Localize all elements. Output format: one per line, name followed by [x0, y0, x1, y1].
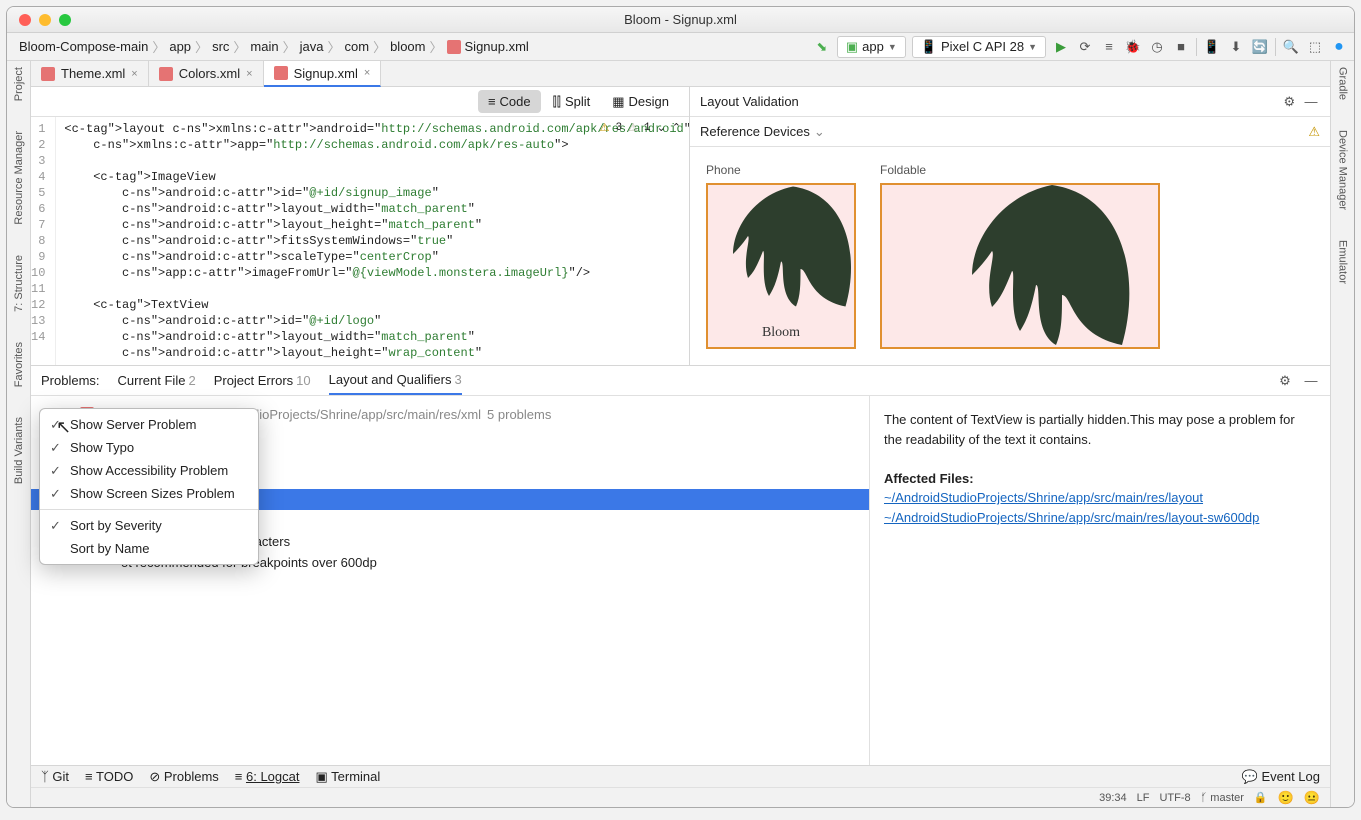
- run-config-selector[interactable]: ▣ app ▼: [837, 36, 906, 58]
- minimize-icon[interactable]: —: [1302, 372, 1320, 390]
- device-preview-foldable[interactable]: [880, 183, 1160, 349]
- menu-separator: [40, 509, 258, 510]
- device-label-phone: Phone: [706, 163, 856, 177]
- menu-sort-name[interactable]: Sort by Name: [40, 537, 258, 560]
- status-bar: 39:34 LF UTF-8 ᚶ master 🔒 🙂 😐: [31, 787, 1330, 807]
- hammer-icon[interactable]: ⬊: [813, 38, 831, 56]
- warning-icon[interactable]: ⚠: [1308, 124, 1320, 140]
- panel-title: Layout Validation: [700, 94, 799, 109]
- sdk-icon[interactable]: ⬇: [1227, 38, 1245, 56]
- inspector-frown-icon[interactable]: 😐: [1304, 790, 1320, 806]
- settings-icon[interactable]: ⬚: [1306, 38, 1324, 56]
- rail-project[interactable]: Project: [13, 67, 25, 101]
- tab-colors[interactable]: Colors.xml×: [149, 61, 264, 86]
- tab-layout-qualifiers[interactable]: Layout and Qualifiers3: [329, 366, 462, 395]
- affected-file-link[interactable]: ~/AndroidStudioProjects/Shrine/app/src/m…: [884, 488, 1316, 508]
- view-split[interactable]: ⫿⫿ Split: [543, 90, 601, 114]
- device-label-foldable: Foldable: [880, 163, 1160, 177]
- left-tool-rail: Project Resource Manager 7: Structure Fa…: [7, 61, 31, 807]
- mouse-cursor-icon: ↖: [56, 417, 71, 438]
- chevron-down-icon[interactable]: ⌄: [814, 124, 825, 140]
- chevron-up-icon[interactable]: ⌃: [672, 121, 681, 135]
- rail-structure[interactable]: 7: Structure: [13, 255, 25, 312]
- rail-emulator[interactable]: Emulator: [1337, 240, 1349, 284]
- tab-signup[interactable]: Signup.xml×: [264, 61, 382, 87]
- rail-device-manager[interactable]: Device Manager: [1337, 130, 1349, 210]
- rail-build-variants[interactable]: Build Variants: [13, 417, 25, 484]
- xml-file-icon: [274, 66, 288, 80]
- xml-file-icon: [159, 67, 173, 81]
- titlebar: Bloom - Signup.xml: [7, 7, 1354, 33]
- problem-detail: The content of TextView is partially hid…: [870, 396, 1330, 765]
- weak-warning-icon: ⚠: [628, 121, 638, 135]
- right-tool-rail: Gradle Device Manager Emulator: [1330, 61, 1354, 807]
- debug-icon[interactable]: 🐞: [1124, 38, 1142, 56]
- inspection-summary[interactable]: ⚠3 ⚠1 ⌄ ⌃: [600, 121, 681, 135]
- affected-file-link[interactable]: ~/AndroidStudioProjects/Shrine/app/src/m…: [884, 508, 1316, 528]
- menu-show-server-problem[interactable]: Show Server Problem: [40, 413, 258, 436]
- file-encoding[interactable]: UTF-8: [1159, 792, 1190, 804]
- view-mode-switch: ≡ Code ⫿⫿ Split ▦ Design: [31, 87, 689, 117]
- tab-event-log[interactable]: 💬 Event Log: [1242, 769, 1320, 785]
- window-title: Bloom - Signup.xml: [7, 12, 1354, 27]
- problems-panel: Problems: Current File2 Project Errors10…: [31, 365, 1330, 765]
- account-icon[interactable]: ●: [1330, 38, 1348, 56]
- run-button[interactable]: ▶: [1052, 38, 1070, 56]
- tab-project-errors[interactable]: Project Errors10: [214, 367, 311, 394]
- tab-theme[interactable]: Theme.xml×: [31, 61, 149, 86]
- code-editor[interactable]: 1234567891011121314 <c-tag">layout c-ns"…: [31, 117, 689, 365]
- cursor-position[interactable]: 39:34: [1099, 792, 1127, 804]
- tab-git[interactable]: ᛉ Git: [41, 769, 69, 784]
- profiler-icon[interactable]: ◷: [1148, 38, 1166, 56]
- apply-changes-icon[interactable]: ⟳: [1076, 38, 1094, 56]
- device-preview-phone[interactable]: Bloom: [706, 183, 856, 349]
- inspector-smiley-icon[interactable]: 🙂: [1278, 790, 1294, 806]
- problems-header: Problems:: [41, 373, 100, 388]
- devices-dropdown[interactable]: Reference Devices: [700, 124, 810, 139]
- warning-icon: ⚠: [600, 121, 610, 135]
- gear-icon[interactable]: ⚙: [1276, 372, 1294, 390]
- menu-show-screen-sizes[interactable]: Show Screen Sizes Problem: [40, 482, 258, 505]
- preview-app-name: Bloom: [708, 325, 854, 341]
- view-code[interactable]: ≡ Code: [478, 90, 541, 113]
- restart-activity-icon[interactable]: ≡: [1100, 38, 1118, 56]
- close-icon[interactable]: ×: [131, 68, 137, 80]
- line-gutter: 1234567891011121314: [31, 117, 56, 365]
- device-selector[interactable]: 📱 Pixel C API 28 ▼: [912, 36, 1046, 58]
- line-separator[interactable]: LF: [1137, 792, 1150, 804]
- breadcrumb[interactable]: Bloom-Compose-main〉 app〉 src〉 main〉 java…: [13, 37, 529, 56]
- gear-icon[interactable]: ⚙: [1280, 93, 1298, 111]
- tab-current-file[interactable]: Current File2: [118, 367, 196, 394]
- stop-icon[interactable]: ■: [1172, 38, 1190, 56]
- layout-validation-panel: Layout Validation ⚙ — Reference Devices …: [690, 87, 1330, 365]
- lock-icon[interactable]: 🔒: [1254, 791, 1268, 804]
- tab-terminal[interactable]: ▣ Terminal: [315, 769, 380, 785]
- chevron-down-icon[interactable]: ⌄: [657, 121, 666, 135]
- xml-file-icon: [447, 40, 461, 54]
- avd-icon[interactable]: 📱: [1203, 38, 1221, 56]
- main-toolbar: Bloom-Compose-main〉 app〉 src〉 main〉 java…: [7, 33, 1354, 61]
- view-design[interactable]: ▦ Design: [602, 90, 679, 114]
- rail-gradle[interactable]: Gradle: [1337, 67, 1349, 100]
- bottom-tool-bar: ᛉ Git ≡ TODO ⊘ Problems ≡ 6: Logcat ▣ Te…: [31, 765, 1330, 787]
- search-icon[interactable]: 🔍: [1282, 38, 1300, 56]
- problems-list[interactable]: 👁 ⌄ Signup.xml ~/AndroidStudioProjects/S…: [31, 396, 870, 765]
- tab-problems[interactable]: ⊘ Problems: [149, 769, 218, 785]
- close-icon[interactable]: ×: [364, 67, 370, 79]
- sync-icon[interactable]: 🔄: [1251, 38, 1269, 56]
- menu-show-accessibility[interactable]: Show Accessibility Problem: [40, 459, 258, 482]
- tab-todo[interactable]: ≡ TODO: [85, 769, 133, 784]
- menu-show-typo[interactable]: Show Typo: [40, 436, 258, 459]
- minimize-icon[interactable]: —: [1302, 92, 1320, 110]
- file-tabs: Theme.xml× Colors.xml× Signup.xml×: [31, 61, 1330, 87]
- rail-resource-manager[interactable]: Resource Manager: [13, 131, 25, 225]
- close-icon[interactable]: ×: [246, 68, 252, 80]
- xml-file-icon: [41, 67, 55, 81]
- menu-sort-severity[interactable]: Sort by Severity: [40, 514, 258, 537]
- rail-favorites[interactable]: Favorites: [13, 342, 25, 387]
- filter-context-menu: ↖ Show Server Problem Show Typo Show Acc…: [39, 408, 259, 565]
- tab-logcat[interactable]: ≡ 6: Logcat: [235, 769, 300, 784]
- git-branch[interactable]: ᚶ master: [1201, 792, 1244, 804]
